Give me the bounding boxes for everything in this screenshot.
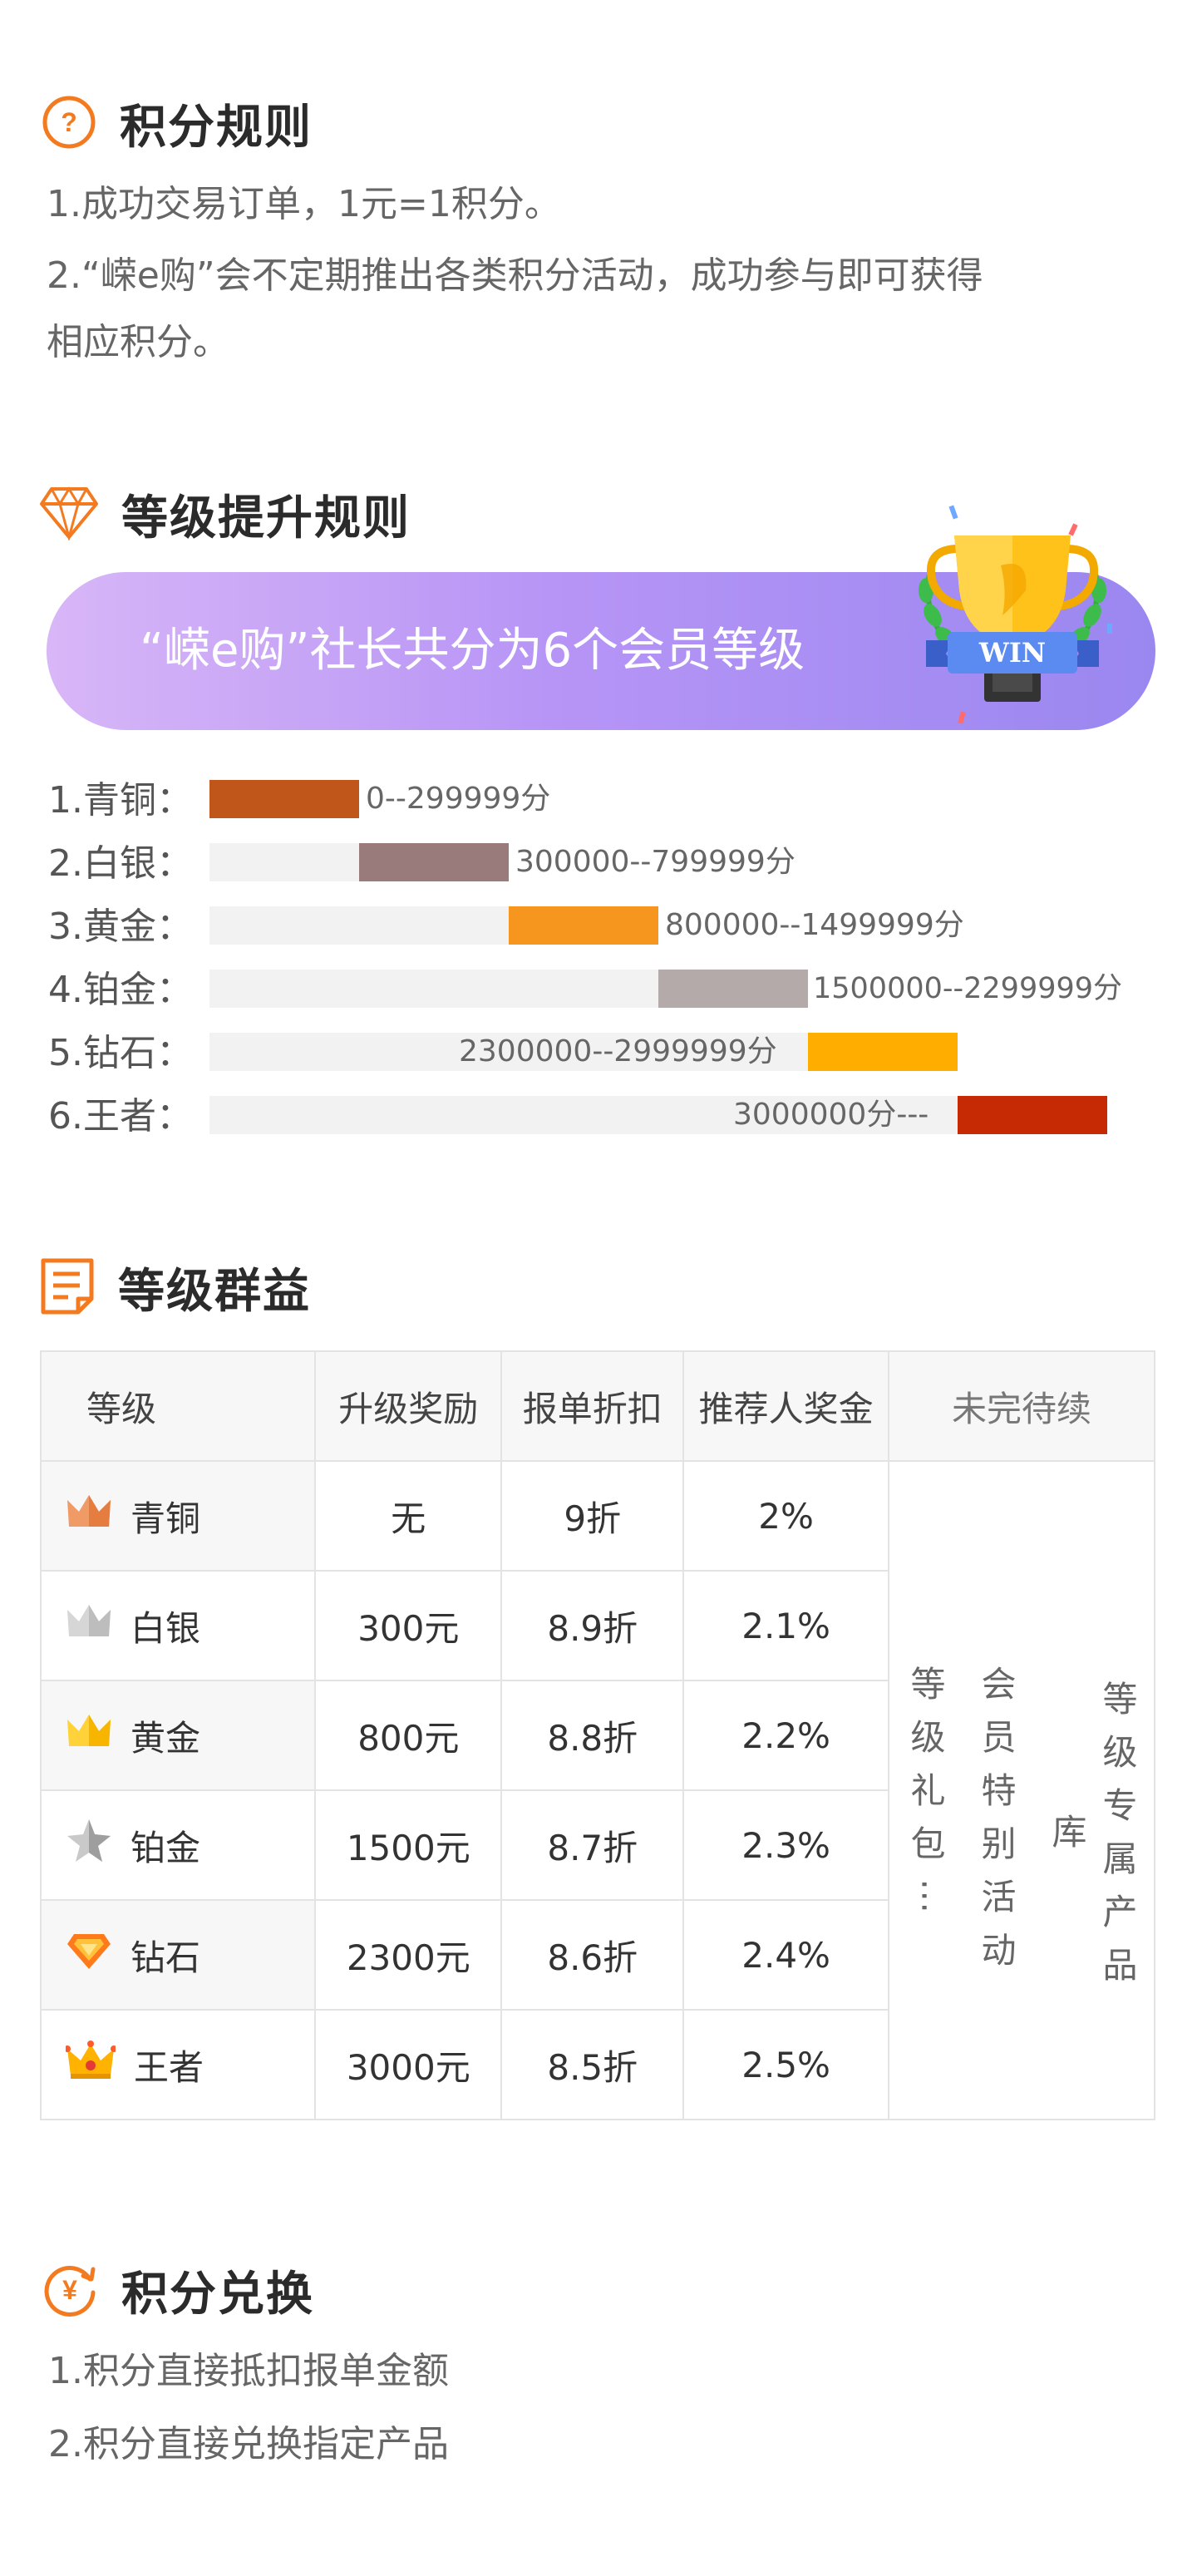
level-range: 2300000--2999999分 [459, 1034, 777, 1068]
bonus-cell: 2% [682, 1460, 889, 1572]
trophy-win-text: WIN [978, 637, 1046, 669]
tbc-gift-pack: 等级礼包⋯ [905, 1666, 946, 1932]
diamond-outline-icon [40, 486, 98, 544]
level-row-platinum: 4.铂金： 1500000--2299999分 [48, 969, 1154, 1011]
bonus-cell: 2.2% [682, 1680, 889, 1791]
trophy-icon: WIN [904, 499, 1121, 735]
discount-cell: 8.5折 [500, 2009, 685, 2120]
question-icon: ? [42, 95, 96, 153]
col-header-bonus: 推荐人奖金 [682, 1350, 889, 1462]
tbc-member-activity: 会员特别活动 [976, 1666, 1017, 1985]
level-bar [808, 1033, 958, 1071]
points-rules-title: 积分规则 [120, 101, 313, 155]
svg-text:?: ? [61, 107, 77, 137]
reward-cell: 800元 [314, 1680, 503, 1791]
diamond-icon [66, 1931, 112, 1979]
col-header-tbc: 未完待续 [888, 1350, 1155, 1462]
level-name: 王者 [134, 2046, 204, 2088]
benefits-header: 等级群益 [40, 1254, 311, 1321]
level-row-gold: 3.黄金： 800000--1499999分 [48, 906, 1154, 948]
level-cell: 黄金 [39, 1680, 317, 1791]
bonus-cell: 2.5% [682, 2009, 889, 2120]
discount-cell: 8.8折 [500, 1680, 685, 1791]
bronze-crown-icon [66, 1493, 112, 1538]
level-up-title: 等级提升规则 [121, 491, 411, 545]
level-label: 2.白银： [48, 842, 193, 885]
level-name: 白银 [131, 1607, 201, 1649]
level-name: 铂金 [131, 1827, 201, 1868]
bonus-cell: 2.3% [682, 1789, 889, 1901]
bonus-cell: 2.1% [682, 1570, 889, 1681]
level-label: 4.铂金： [48, 969, 193, 1011]
reward-cell: 1500元 [314, 1789, 503, 1901]
silver-crown-icon [66, 1603, 112, 1648]
level-label: 1.青铜： [48, 779, 193, 822]
level-range: 0--299999分 [366, 782, 551, 816]
discount-cell: 8.7折 [500, 1789, 685, 1901]
level-cell: 钻石 [39, 1899, 317, 2011]
level-row-king: 6.王者： 3000000分--- [48, 1095, 1154, 1137]
level-bar [958, 1096, 1107, 1134]
level-name: 黄金 [131, 1717, 201, 1759]
discount-cell: 9折 [500, 1460, 685, 1572]
level-bar [509, 906, 658, 945]
reward-cell: 无 [314, 1460, 503, 1572]
level-bar [209, 780, 359, 818]
points-rules-header: ? 积分规则 [42, 90, 313, 157]
level-track [209, 906, 509, 945]
platinum-star-icon [66, 1818, 112, 1873]
table-row: 青铜 无 9折 2% 等级礼包⋯ 会员特别活动 等级专属产品库 [39, 1460, 1155, 2120]
points-rule-line-2: 2.“嵘e购”会不定期推出各类积分活动，成功参与即可获得 [47, 254, 983, 297]
gold-crown-icon [66, 1713, 112, 1758]
level-cell: 白银 [39, 1570, 317, 1681]
table-header-row: 等级 升级奖励 报单折扣 推荐人奖金 未完待续 [39, 1350, 1155, 1462]
level-track [209, 970, 658, 1008]
level-cell: 铂金 [39, 1789, 317, 1901]
level-bar [359, 843, 509, 881]
level-row-diamond: 5.钻石： 2300000--2999999分 [48, 1032, 1154, 1074]
level-bar [658, 970, 808, 1008]
col-header-reward: 升级奖励 [314, 1350, 503, 1462]
king-crown-icon [64, 2041, 117, 2089]
points-rule-line-3: 相应积分。 [47, 321, 229, 363]
tbc-cell: 等级礼包⋯ 会员特别活动 等级专属产品库 [888, 1460, 1155, 2120]
level-cell: 王者 [39, 2009, 317, 2120]
points-rule-line-1: 1.成功交易订单，1元=1积分。 [47, 183, 561, 225]
discount-cell: 8.6折 [500, 1899, 685, 2011]
points-exchange-title: 积分兑换 [121, 2268, 314, 2322]
level-label: 5.钻石： [48, 1032, 193, 1074]
level-label: 3.黄金： [48, 906, 193, 948]
level-row-bronze: 1.青铜： 0--299999分 [48, 779, 1154, 822]
level-range: 300000--799999分 [515, 845, 796, 879]
reward-cell: 300元 [314, 1570, 503, 1681]
tbc-exclusive-products: 等级专属产品库 [1047, 1680, 1138, 2000]
col-header-discount: 报单折扣 [500, 1350, 685, 1462]
points-exchange-header: ¥ 积分兑换 [42, 2257, 314, 2324]
level-range: 1500000--2299999分 [813, 972, 1123, 1005]
level-range: 800000--1499999分 [665, 908, 964, 942]
reward-cell: 2300元 [314, 1899, 503, 2011]
banner-text: “嵘e购”社长共分为6个会员等级 [140, 624, 805, 678]
document-icon [40, 1257, 95, 1319]
level-up-header: 等级提升规则 [40, 481, 411, 548]
level-range: 3000000分--- [733, 1098, 929, 1132]
svg-text:¥: ¥ [62, 2275, 77, 2305]
yen-exchange-icon: ¥ [42, 2261, 98, 2321]
level-cell: 青铜 [39, 1460, 317, 1572]
level-name: 钻石 [131, 1937, 201, 1978]
exchange-line-2: 2.积分直接兑换指定产品 [48, 2423, 449, 2465]
level-row-silver: 2.白银： 300000--799999分 [48, 842, 1154, 885]
discount-cell: 8.9折 [500, 1570, 685, 1681]
benefits-title: 等级群益 [118, 1265, 311, 1319]
reward-cell: 3000元 [314, 2009, 503, 2120]
col-header-level: 等级 [39, 1350, 317, 1462]
bonus-cell: 2.4% [682, 1899, 889, 2011]
benefits-table: 等级 升级奖励 报单折扣 推荐人奖金 未完待续 青铜 无 9折 2% 等级礼包⋯… [39, 1350, 1155, 2120]
level-label: 6.王者： [48, 1095, 193, 1137]
level-track [209, 843, 359, 881]
level-name: 青铜 [131, 1498, 201, 1539]
exchange-line-1: 1.积分直接抵扣报单金额 [48, 2350, 449, 2392]
